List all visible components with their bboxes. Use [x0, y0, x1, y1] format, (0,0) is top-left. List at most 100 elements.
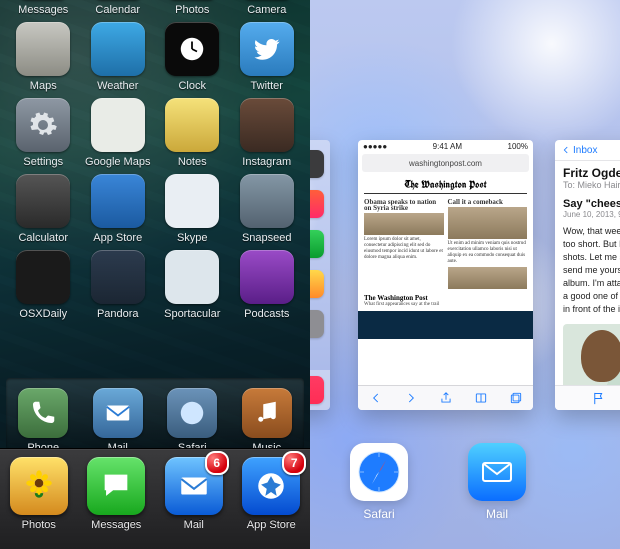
url-bar[interactable]: washingtonpost.com [362, 154, 529, 172]
clock-icon [165, 22, 219, 76]
twitter-icon [240, 22, 294, 76]
forward-icon[interactable] [404, 391, 418, 405]
card-safari[interactable]: ●●●●● 9:41 AM 100% washingtonpost.com Th… [358, 140, 533, 410]
mail-date: June 10, 2013, 9:41 AM [555, 210, 620, 225]
messages-icon [87, 457, 145, 515]
tray-app-photos[interactable]: Photos [3, 457, 75, 531]
passbook-icon [310, 270, 324, 298]
google maps-icon [91, 98, 145, 152]
status-bar: ●●●●● 9:41 AM 100% [358, 140, 533, 152]
app-camera[interactable]: Camera [231, 0, 303, 16]
app-podcasts[interactable]: Podcasts [231, 250, 303, 320]
app-calendar[interactable]: Calendar [82, 0, 154, 16]
article-photo [364, 213, 444, 235]
pandora-icon [91, 250, 145, 304]
app-clock[interactable]: Clock [156, 22, 228, 92]
switcher-app-mail[interactable]: Mail [468, 443, 526, 521]
badge: 7 [282, 451, 306, 475]
card-rail[interactable]: ●●●●● 9:41 AM 100% washingtonpost.com Th… [310, 140, 620, 420]
videos-icon [310, 190, 324, 218]
app-label: App Store [247, 519, 296, 531]
app-notes[interactable]: Notes [156, 98, 228, 168]
app-label: App Store [93, 232, 142, 244]
gamecenter-icon [310, 230, 324, 258]
app-label: Mail [184, 519, 204, 531]
app-label: Instagram [242, 156, 291, 168]
headline: Call it a comeback [448, 199, 528, 205]
app-settings[interactable]: Settings [7, 98, 79, 168]
app-label: Settings [23, 156, 63, 168]
safari-icon [167, 388, 217, 438]
tray-app-mail[interactable]: 6 Mail [158, 457, 230, 531]
app-label: Messages [91, 519, 141, 531]
back-icon[interactable] [369, 391, 383, 405]
app-twitter[interactable]: Twitter [231, 22, 303, 92]
dock-app-mail[interactable]: Mail [82, 388, 154, 454]
app-pandora[interactable]: Pandora [82, 250, 154, 320]
skype-icon [165, 174, 219, 228]
camera-icon [310, 150, 324, 178]
safari-icon [350, 443, 408, 501]
maps-icon [16, 22, 70, 76]
dock-app-safari[interactable]: Safari [156, 388, 228, 454]
app-instagram[interactable]: Instagram [231, 98, 303, 168]
app store-icon [91, 174, 145, 228]
app-label: Weather [97, 80, 138, 92]
mail-icon [468, 443, 526, 501]
app-label: Calendar [95, 4, 140, 16]
chevron-left-icon [561, 145, 571, 155]
app-skype[interactable]: Skype [156, 174, 228, 244]
bookmarks-icon[interactable] [474, 391, 488, 405]
mail-icon: 6 [165, 457, 223, 515]
app-weather[interactable]: Weather [82, 22, 154, 92]
app-google-maps[interactable]: Google Maps [82, 98, 154, 168]
music-icon [242, 388, 292, 438]
app-snapseed[interactable]: Snapseed [231, 174, 303, 244]
app-app-store[interactable]: App Store [82, 174, 154, 244]
calculator-icon [16, 174, 70, 228]
share-icon[interactable] [439, 391, 453, 405]
app-label: Snapseed [242, 232, 292, 244]
mail-icon [93, 388, 143, 438]
app-label: Camera [247, 4, 286, 16]
osxdaily-icon [16, 250, 70, 304]
tray-app-app-store[interactable]: 7 App Store [235, 457, 307, 531]
app-maps[interactable]: Maps [7, 22, 79, 92]
ios6-dock-shelf: PhoneMailSafariMusic [6, 378, 304, 450]
mail-subject: Say "cheese" [555, 194, 620, 210]
card-home[interactable] [310, 140, 330, 410]
app-calculator[interactable]: Calculator [7, 174, 79, 244]
app-label: Messages [18, 4, 68, 16]
badge: 6 [205, 451, 229, 475]
app-label: Twitter [251, 80, 283, 92]
app-sportacular[interactable]: Sportacular [156, 250, 228, 320]
dock-app-phone[interactable]: Phone [7, 388, 79, 454]
ios6-multitask-screen: Messages Calendar Photos Camera Maps Weather C… [0, 0, 310, 549]
mail-navbar[interactable]: Inbox [555, 140, 620, 161]
app-label: Maps [30, 80, 57, 92]
app-messages[interactable]: Messages [7, 0, 79, 16]
page-content: The Washington Post Obama speaks to nati… [358, 174, 533, 343]
flag-icon[interactable] [591, 391, 606, 406]
mail-body: Wow, that weekend went by fast — way too… [555, 225, 620, 316]
dock-app-music[interactable]: Music [231, 388, 303, 454]
mail-from: Fritz Ogden [555, 161, 620, 180]
app-label: Photos [22, 519, 56, 531]
podcasts-icon [240, 250, 294, 304]
tabs-icon[interactable] [509, 391, 523, 405]
ios7-multitask-screen: ●●●●● 9:41 AM 100% washingtonpost.com Th… [310, 0, 620, 549]
app-osxdaily[interactable]: OSXDaily [7, 250, 79, 320]
back-label: Inbox [573, 145, 597, 156]
app-photos[interactable]: Photos [156, 0, 228, 16]
switcher-app-safari[interactable]: Safari [350, 443, 408, 521]
photos-icon [10, 457, 68, 515]
footer-photo [358, 311, 533, 339]
tray-app-messages[interactable]: Messages [80, 457, 152, 531]
card-mail[interactable]: Inbox Fritz Ogden To: Mieko Haire Say "c… [555, 140, 620, 410]
app-label: Skype [177, 232, 208, 244]
mail-toolbar [555, 385, 620, 410]
app-label: Mail [486, 507, 508, 521]
article-photo [448, 207, 528, 239]
app store-icon: 7 [242, 457, 300, 515]
app-label: Clock [178, 80, 206, 92]
